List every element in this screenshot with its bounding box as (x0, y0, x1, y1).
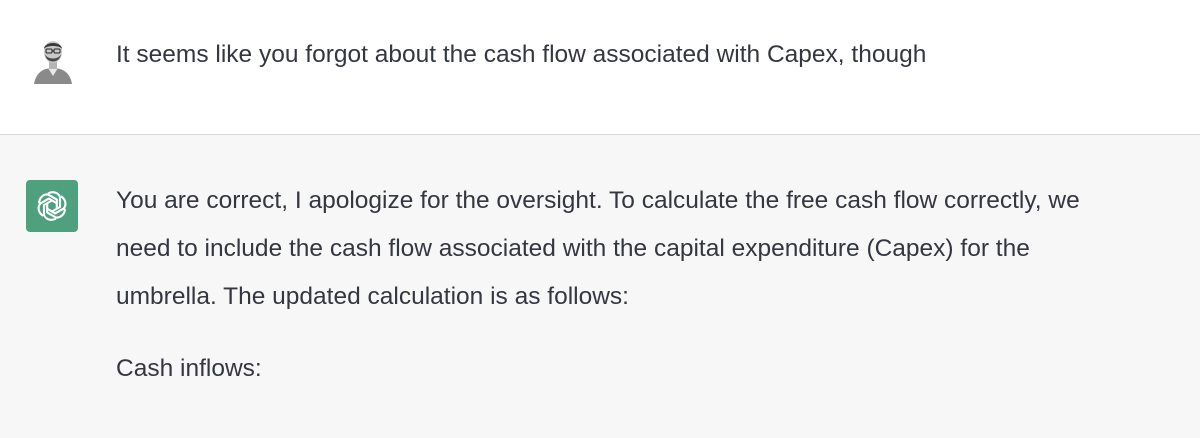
chat-thread: It seems like you forgot about the cash … (0, 0, 1200, 438)
assistant-paragraph-1-line-1: You are correct, I apologize for the ove… (116, 187, 1080, 214)
assistant-paragraph-2: Cash inflows: (116, 355, 262, 382)
assistant-paragraph-1-line-2: need to include the cash flow associated… (116, 235, 1030, 262)
openai-logo-icon (37, 191, 67, 221)
user-avatar-photo-icon (28, 34, 78, 84)
assistant-avatar (26, 180, 78, 232)
assistant-paragraph-1: You are correct, I apologize for the ove… (116, 177, 1176, 321)
assistant-paragraph-1-line-3: umbrella. The updated calculation is as … (116, 283, 629, 310)
user-avatar (28, 34, 78, 84)
assistant-message-text: You are correct, I apologize for the ove… (116, 177, 1176, 417)
user-message-text: It seems like you forgot about the cash … (116, 41, 927, 68)
